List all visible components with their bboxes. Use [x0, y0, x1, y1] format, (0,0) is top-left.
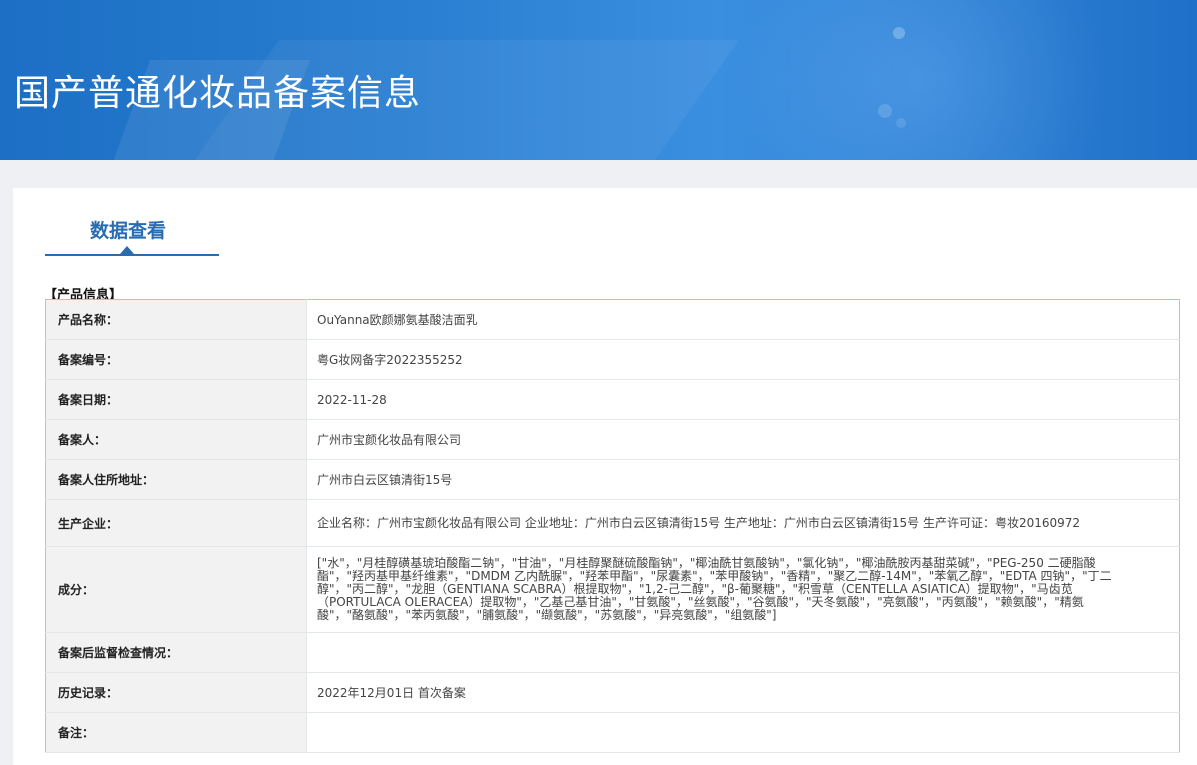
row-label: 产品名称：: [45, 299, 307, 340]
banner-decoration: [878, 104, 892, 118]
table-row: 备案日期： 2022-11-28: [45, 379, 1180, 420]
row-label: 备案编号：: [45, 339, 307, 380]
row-value: 粤G妆网备字2022355252: [306, 339, 1180, 380]
banner-decoration: [620, 0, 1197, 160]
table-row: 备案人： 广州市宝颜化妆品有限公司: [45, 419, 1180, 460]
tab-label: 数据查看: [90, 220, 167, 242]
tab-underline: [45, 254, 219, 256]
row-label: 历史记录：: [45, 672, 307, 713]
row-label: 备案日期：: [45, 379, 307, 420]
row-value: 企业名称：广州市宝颜化妆品有限公司 企业地址：广州市白云区镇清街15号 生产地址…: [306, 499, 1180, 547]
table-row: 备案编号： 粤G妆网备字2022355252: [45, 339, 1180, 380]
row-label: 备案后监督检查情况：: [45, 632, 307, 673]
content-panel: 数据查看 【产品信息】 产品名称： OuYanna欧颜娜氨基酸洁面乳 备案编号：…: [13, 188, 1197, 765]
row-value: 广州市宝颜化妆品有限公司: [306, 419, 1180, 460]
table-row: 成分： ["水"，"月桂醇磺基琥珀酸酯二钠"，"甘油"，"月桂醇聚醚硫酸酯钠"，…: [45, 546, 1180, 633]
row-value: [306, 632, 1180, 673]
table-row: 备案人住所地址： 广州市白云区镇清街15号: [45, 459, 1180, 500]
table-row: 产品名称： OuYanna欧颜娜氨基酸洁面乳: [45, 299, 1180, 340]
caret-up-icon: [120, 246, 134, 254]
header-banner: 国产普通化妆品备案信息: [0, 0, 1197, 160]
table-row: 备注：: [45, 712, 1180, 753]
banner-decoration: [893, 27, 905, 39]
table-row: 生产企业： 企业名称：广州市宝颜化妆品有限公司 企业地址：广州市白云区镇清街15…: [45, 499, 1180, 547]
ingredients-value: ["水"，"月桂醇磺基琥珀酸酯二钠"，"甘油"，"月桂醇聚醚硫酸酯钠"，"椰油酰…: [306, 546, 1180, 633]
table-row: 备案后监督检查情况：: [45, 632, 1180, 673]
row-label: 备注：: [45, 712, 307, 753]
row-label: 备案人：: [45, 419, 307, 460]
page-title: 国产普通化妆品备案信息: [14, 73, 422, 114]
row-value: 2022-11-28: [306, 379, 1180, 420]
banner-decoration: [896, 118, 906, 128]
row-value: [306, 712, 1180, 753]
row-value: 广州市白云区镇清街15号: [306, 459, 1180, 500]
product-info-table: 产品名称： OuYanna欧颜娜氨基酸洁面乳 备案编号： 粤G妆网备字20223…: [45, 299, 1180, 753]
row-value: 2022年12月01日 首次备案: [306, 672, 1180, 713]
tab-data-view[interactable]: 数据查看: [45, 210, 219, 256]
table-row: 历史记录： 2022年12月01日 首次备案: [45, 672, 1180, 713]
row-value: OuYanna欧颜娜氨基酸洁面乳: [306, 299, 1180, 340]
row-label: 成分：: [45, 546, 307, 633]
row-label: 备案人住所地址：: [45, 459, 307, 500]
row-label: 生产企业：: [45, 499, 307, 547]
